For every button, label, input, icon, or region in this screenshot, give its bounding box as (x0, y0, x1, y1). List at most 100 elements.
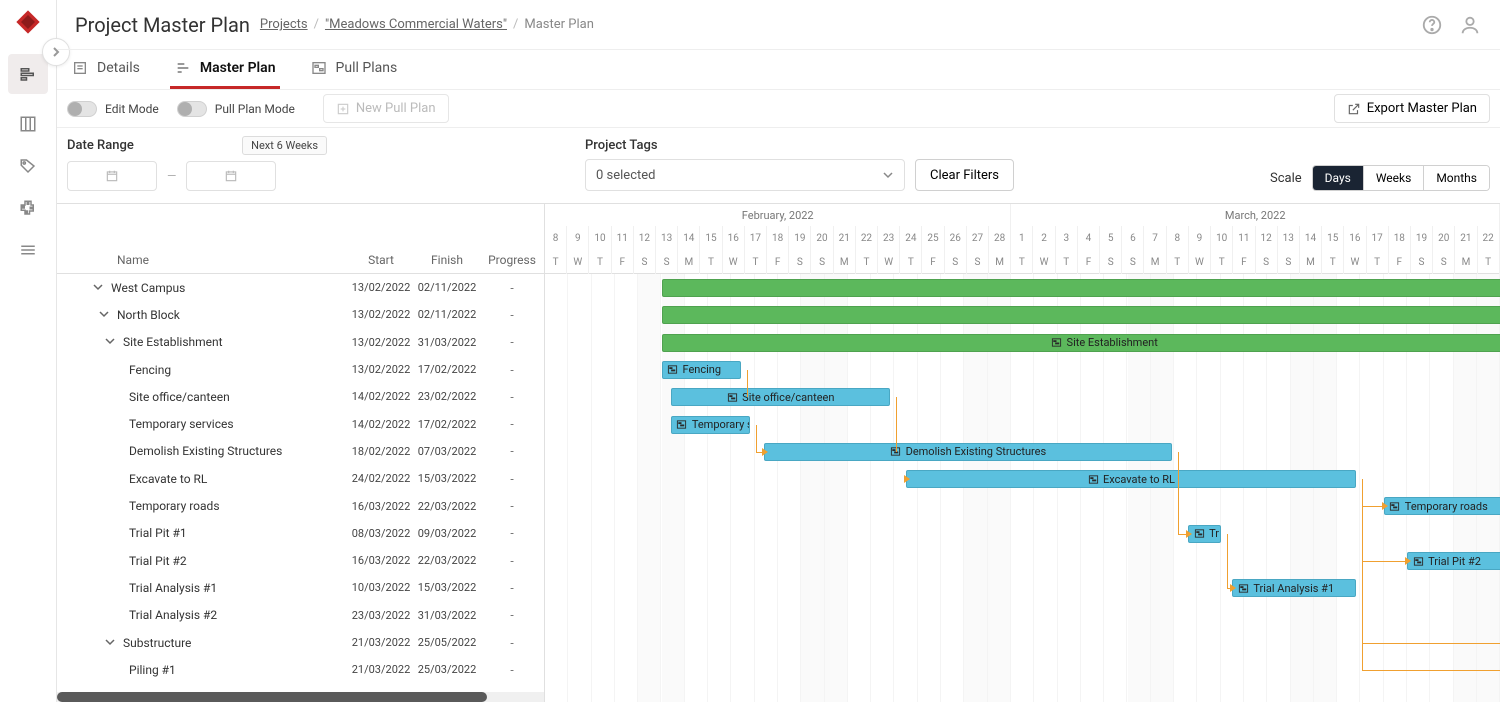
task-finish: 07/03/2022 (414, 445, 480, 458)
pull-plan-mode-toggle[interactable]: Pull Plan Mode (177, 101, 295, 117)
dow-cell: M (678, 250, 700, 274)
scale-weeks[interactable]: Weeks (1364, 166, 1424, 190)
dow-cell: S (1122, 250, 1144, 274)
task-row[interactable]: Trial Analysis #110/03/202215/03/2022- (57, 574, 544, 601)
day-cell: 20 (811, 226, 833, 250)
next-6-weeks-button[interactable]: Next 6 Weeks (242, 136, 327, 155)
task-list-header: Name Start Finish Progress (57, 204, 544, 274)
task-progress: - (480, 281, 544, 295)
help-icon[interactable] (1420, 13, 1444, 37)
task-row[interactable]: Trial Pit #216/03/202222/03/2022- (57, 547, 544, 574)
timeline-body[interactable]: Site Establishment Fencing Site office/can… (545, 274, 1500, 702)
task-start: 13/02/2022 (348, 281, 414, 294)
chevron-down-icon[interactable] (93, 282, 103, 292)
task-row[interactable]: Piling #121/03/202225/03/2022- (57, 656, 544, 683)
month-cell: February, 2022 (545, 204, 1011, 226)
user-icon[interactable] (1458, 13, 1482, 37)
gantt-bar[interactable]: Excavate to RL (906, 470, 1356, 488)
gantt-bar[interactable]: Site office/canteen (671, 388, 890, 406)
date-to-input[interactable] (186, 161, 276, 191)
task-name: Excavate to RL (121, 472, 348, 486)
task-row[interactable]: Substructure21/03/202225/05/2022- (57, 629, 544, 656)
app-logo[interactable] (14, 8, 42, 36)
dow-cell: M (1300, 250, 1322, 274)
dow-cell: S (656, 250, 678, 274)
gantt-bar[interactable]: Site Establishment (662, 334, 1500, 352)
col-start: Start (348, 253, 414, 267)
rail-gantt-icon[interactable] (8, 54, 48, 94)
project-tags-select[interactable]: 0 selected (585, 159, 905, 191)
horizontal-scrollbar[interactable] (57, 692, 544, 702)
scale-days[interactable]: Days (1313, 166, 1364, 190)
gantt-bar[interactable] (662, 279, 1500, 297)
dow-cell: T (900, 250, 922, 274)
scale-months[interactable]: Months (1424, 166, 1489, 190)
date-from-input[interactable] (67, 161, 157, 191)
task-progress: - (480, 417, 544, 431)
master-plan-icon (174, 59, 192, 77)
task-row[interactable]: Fencing13/02/202217/02/2022- (57, 356, 544, 383)
tab-pull-plans[interactable]: Pull Plans (306, 50, 402, 89)
crumb-projects[interactable]: Projects (260, 17, 308, 32)
gantt-bar[interactable]: Trial Analysis #1 (1232, 579, 1355, 597)
task-row[interactable]: North Block13/02/202202/11/2022- (57, 301, 544, 328)
timeline-header: February, 2022March, 2022 89101112131415… (545, 204, 1500, 274)
rail-board-icon[interactable] (16, 112, 40, 136)
gantt-bar[interactable] (662, 306, 1500, 324)
gantt-bar-label: Excavate to RL (1103, 473, 1175, 486)
dow-cell: W (1189, 250, 1211, 274)
task-finish: 31/03/2022 (414, 336, 480, 349)
clear-filters-button[interactable]: Clear Filters (915, 159, 1014, 191)
day-cell: 10 (589, 226, 611, 250)
gantt-bar[interactable]: Tr (1188, 525, 1221, 543)
dow-cell: T (1011, 250, 1033, 274)
task-progress: - (480, 526, 544, 540)
chevron-down-icon[interactable] (105, 637, 115, 647)
rail-plugin-icon[interactable] (16, 196, 40, 220)
task-finish: 22/03/2022 (414, 554, 480, 567)
export-master-plan-button[interactable]: Export Master Plan (1334, 94, 1490, 123)
task-row[interactable]: Trial Pit #108/03/202209/03/2022- (57, 520, 544, 547)
task-finish: 15/03/2022 (414, 581, 480, 594)
rail-tag-icon[interactable] (16, 154, 40, 178)
tab-details[interactable]: Details (67, 50, 144, 89)
task-progress: - (480, 663, 544, 677)
gantt-bar[interactable]: Trial Pit #2 (1407, 552, 1500, 570)
task-row[interactable]: Demolish Existing Structures18/02/202207… (57, 438, 544, 465)
task-row[interactable]: Temporary roads16/03/202222/03/2022- (57, 492, 544, 519)
gantt-bar[interactable]: Temporary roads (1384, 497, 1500, 515)
tab-master-plan[interactable]: Master Plan (170, 50, 280, 89)
chevron-down-icon[interactable] (99, 309, 109, 319)
new-pull-plan-button[interactable]: New Pull Plan (323, 94, 449, 123)
day-cell: 8 (1167, 226, 1189, 250)
gantt-bar-label: Trial Analysis #1 (1253, 582, 1334, 595)
gantt-bar[interactable]: Temporary se (671, 416, 750, 434)
task-row[interactable]: Trial Analysis #223/03/202231/03/2022- (57, 602, 544, 629)
rail-more-icon[interactable] (16, 238, 40, 262)
gantt-bar[interactable]: Fencing (662, 361, 741, 379)
dow-cell: F (922, 250, 944, 274)
day-cell: 22 (1478, 226, 1500, 250)
task-row[interactable]: Excavate to RL24/02/202215/03/2022- (57, 465, 544, 492)
dow-cell: F (1389, 250, 1411, 274)
task-bar-icon (676, 419, 688, 431)
day-cell: 6 (1122, 226, 1144, 250)
details-icon (71, 59, 89, 77)
task-row[interactable]: West Campus13/02/202202/11/2022- (57, 274, 544, 301)
task-bar-icon (1237, 582, 1249, 594)
chevron-down-icon[interactable] (105, 336, 115, 346)
task-row[interactable]: Temporary services14/02/202217/02/2022- (57, 410, 544, 437)
gantt-bar[interactable]: Demolish Existing Structures (764, 443, 1172, 461)
crumb-project-name[interactable]: "Meadows Commercial Waters" (325, 17, 507, 32)
task-row[interactable]: Site Establishment13/02/202231/03/2022- (57, 329, 544, 356)
task-row[interactable]: Site office/canteen14/02/202223/02/2022- (57, 383, 544, 410)
timeline-pane[interactable]: February, 2022March, 2022 89101112131415… (545, 204, 1500, 702)
task-finish: 23/02/2022 (414, 390, 480, 403)
gantt-bar-label: Site Establishment (1067, 336, 1158, 349)
day-cell: 17 (745, 226, 767, 250)
task-progress: - (480, 608, 544, 622)
page-title: Project Master Plan (75, 13, 250, 37)
dow-cell: S (1256, 250, 1278, 274)
task-bar-icon (1087, 473, 1099, 485)
edit-mode-toggle[interactable]: Edit Mode (67, 101, 159, 117)
